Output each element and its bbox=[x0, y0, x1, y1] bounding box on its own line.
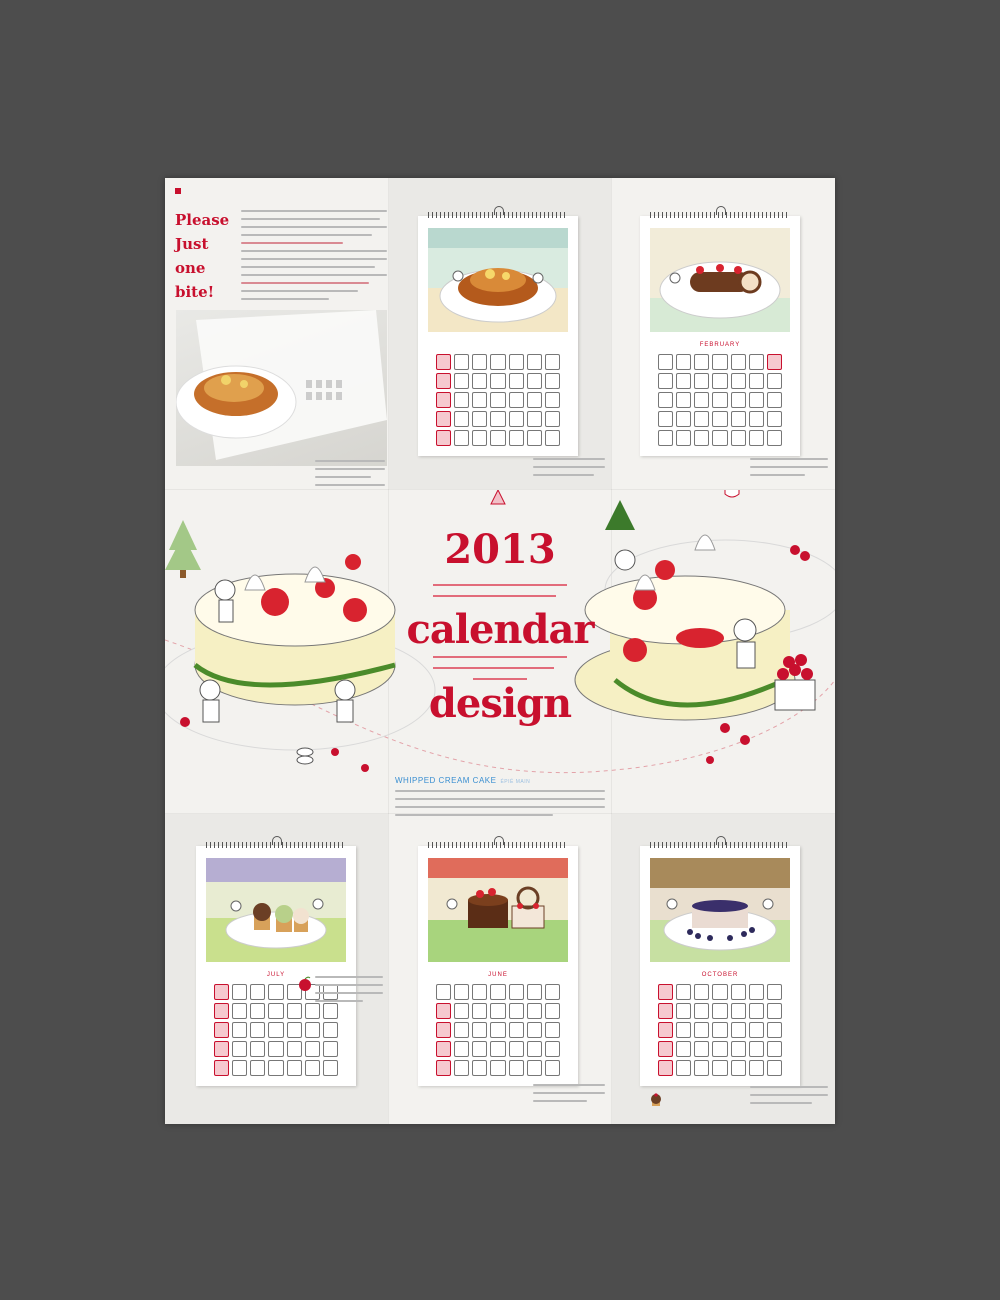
intro-heading-line: bite! bbox=[175, 283, 215, 301]
calendar-caption bbox=[750, 458, 828, 482]
calendar-hanger bbox=[494, 206, 504, 215]
poster-title-design: design bbox=[428, 680, 572, 727]
section-heading-text: WHIPPED CREAM CAKE bbox=[395, 776, 497, 785]
calendar-grid bbox=[436, 984, 560, 1076]
calendar-chocolate-cake: JUNE bbox=[418, 836, 578, 1086]
calendar-photo bbox=[176, 310, 387, 466]
tree-icon bbox=[165, 520, 201, 578]
chocolate-cake-illustration bbox=[428, 858, 568, 962]
calendar-hanger bbox=[716, 836, 726, 845]
section-subheading: ÉPIÉ MAIN bbox=[500, 779, 531, 785]
calendar-blueberry-cake: OCTOBER bbox=[640, 836, 800, 1086]
section-heading: WHIPPED CREAM CAKE ÉPIÉ MAIN bbox=[395, 776, 530, 785]
calendar-caption bbox=[533, 1084, 605, 1108]
red-square-bullet bbox=[175, 188, 181, 194]
calendar-hanger bbox=[272, 836, 282, 845]
calendar-cupcakes: JULY bbox=[196, 836, 356, 1086]
poster-title-year: 2013 bbox=[444, 526, 556, 573]
calendar-month: JUNE bbox=[488, 972, 508, 978]
poster-title-calendar: calendar bbox=[406, 606, 595, 653]
calendar-caption bbox=[315, 976, 383, 1008]
calendar-month: FEBRUARY bbox=[699, 342, 741, 348]
calendar-month: OCTOBER bbox=[701, 972, 739, 978]
calendar-caption bbox=[533, 458, 605, 482]
calendar-roll-cake: FEBRUARY bbox=[640, 206, 800, 456]
poster: Please Just one bite! FEBRUARY 2013 cale… bbox=[165, 178, 835, 1124]
cupcake-icon bbox=[651, 1093, 661, 1106]
section-paragraph bbox=[395, 790, 605, 822]
calendar-hanger bbox=[716, 206, 726, 215]
calendar-grid bbox=[658, 354, 782, 446]
roll-cake-illustration bbox=[650, 228, 790, 332]
party-hat-icon bbox=[490, 490, 506, 505]
intro-heading-line: Just bbox=[175, 235, 209, 253]
calendar-caption bbox=[750, 1086, 828, 1110]
calendar-grid bbox=[658, 984, 782, 1076]
title-intro-lines bbox=[433, 584, 567, 606]
apple-icon bbox=[299, 976, 311, 991]
calendar-grid bbox=[436, 354, 560, 446]
intro-heading-line: one bbox=[175, 259, 206, 277]
intro-heading-line: Please bbox=[175, 211, 230, 229]
photo-caption bbox=[315, 460, 385, 492]
cupcake-illustration bbox=[206, 858, 346, 962]
calendar-pancakes bbox=[418, 206, 578, 456]
intro-paragraph bbox=[241, 210, 387, 306]
teacup-icon bbox=[724, 490, 740, 498]
pancake-illustration bbox=[428, 228, 568, 332]
calendar-hanger bbox=[494, 836, 504, 845]
blueberry-cake-illustration bbox=[650, 858, 790, 962]
intro-heading: Please Just one bite! bbox=[175, 208, 235, 304]
